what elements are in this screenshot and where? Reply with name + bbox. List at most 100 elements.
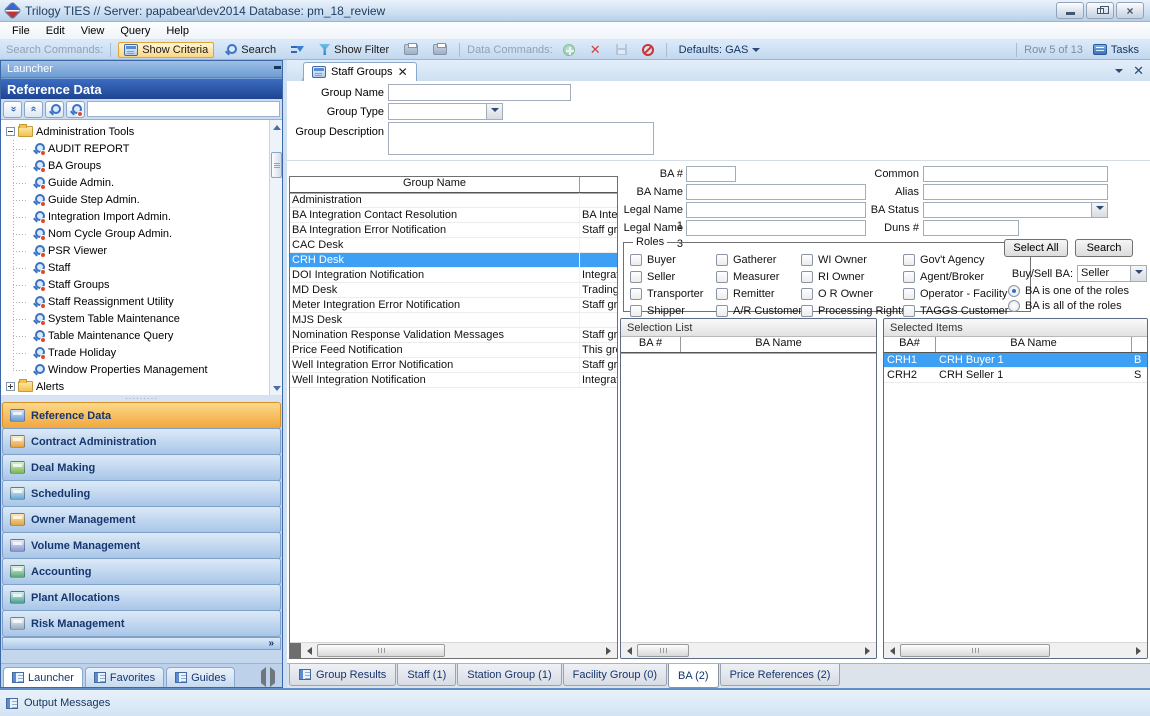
role-option[interactable]: RI Owner — [801, 269, 903, 285]
scroll-up-icon[interactable] — [271, 121, 282, 132]
radio-unchecked-icon[interactable] — [1008, 300, 1020, 312]
scroll-left-icon[interactable] — [301, 644, 317, 658]
result-tab[interactable]: BA (2) — [668, 664, 719, 688]
role-checkbox[interactable] — [630, 271, 642, 283]
scroll-right-icon[interactable] — [1131, 644, 1147, 658]
ba-name-field[interactable] — [686, 184, 866, 200]
scroll-right-icon[interactable] — [601, 644, 617, 658]
result-tab[interactable]: Station Group (1) — [457, 664, 561, 686]
launcher-tab[interactable]: Favorites — [85, 667, 164, 687]
table-row[interactable]: BA Integration Contact Resolution BA Int… — [290, 208, 617, 223]
tree-item[interactable]: AUDIT REPORT — [1, 140, 269, 157]
role-option[interactable]: Remitter — [716, 286, 801, 302]
search-button[interactable]: Search — [219, 42, 281, 57]
role-checkbox[interactable] — [630, 254, 642, 266]
accordion-item[interactable]: Scheduling — [2, 480, 281, 507]
duns-field[interactable] — [923, 220, 1019, 236]
collapse-toggle-icon[interactable] — [6, 127, 15, 136]
role-option[interactable]: Shipper — [630, 303, 716, 319]
show-filter-button[interactable]: Show Filter — [314, 43, 394, 57]
role-checkbox[interactable] — [716, 271, 728, 283]
cancel-button[interactable] — [637, 43, 659, 57]
accordion-item[interactable]: Reference Data — [2, 402, 281, 429]
role-option[interactable]: Gatherer — [716, 252, 801, 268]
table-row[interactable]: MJS Desk — [290, 313, 617, 328]
ba-name-column-header[interactable]: BA Name — [681, 337, 876, 352]
accordion-item[interactable]: Accounting — [2, 558, 281, 585]
role-option[interactable]: Operator - Facility — [903, 286, 1024, 302]
table-row[interactable]: Price Feed Notification This group notif… — [290, 343, 617, 358]
role-checkbox[interactable] — [903, 271, 915, 283]
expand-all-button[interactable]: » — [24, 101, 43, 118]
role-option[interactable]: A/R Customer — [716, 303, 801, 319]
scroll-down-icon[interactable] — [271, 383, 282, 394]
menu-item[interactable]: File — [4, 24, 38, 38]
buysell-select[interactable]: Seller — [1077, 265, 1147, 282]
radio-checked-icon[interactable] — [1008, 285, 1020, 297]
launcher-tab[interactable]: Guides — [166, 667, 235, 687]
tree-item[interactable]: Guide Step Admin. — [1, 191, 269, 208]
group-table-hscrollbar[interactable] — [290, 642, 617, 658]
hscroll-thumb[interactable] — [317, 644, 445, 657]
legal-name-3-field[interactable] — [686, 220, 866, 236]
menu-item[interactable]: View — [73, 24, 113, 38]
role-checkbox[interactable] — [801, 271, 813, 283]
tree-scrollbar-thumb[interactable] — [271, 152, 282, 178]
tree-item[interactable]: Trade Holiday — [1, 344, 269, 361]
add-row-button[interactable] — [558, 43, 580, 57]
tree-item[interactable]: Staff Reassignment Utility — [1, 293, 269, 310]
table-row[interactable]: Well Integration Error Notification Staf… — [290, 358, 617, 373]
selected-items-hscrollbar[interactable] — [884, 642, 1147, 658]
ba-search-button[interactable]: Search — [1075, 239, 1133, 257]
tree-item[interactable]: Nom Cycle Group Admin. — [1, 225, 269, 242]
role-option[interactable]: WI Owner — [801, 252, 903, 268]
result-tab[interactable]: Price References (2) — [720, 664, 841, 686]
role-checkbox[interactable] — [903, 305, 915, 317]
tree-item[interactable]: Staff Groups — [1, 276, 269, 293]
role-option[interactable]: Seller — [630, 269, 716, 285]
table-row[interactable]: Meter Integration Error Notification Sta… — [290, 298, 617, 313]
group-desc-column-header[interactable] — [580, 177, 617, 192]
legal-name-1-field[interactable] — [686, 202, 866, 218]
accordion-item[interactable]: Plant Allocations — [2, 584, 281, 611]
role-option[interactable]: Buyer — [630, 252, 716, 268]
minimize-button[interactable] — [1056, 2, 1084, 19]
select-all-button[interactable]: Select All — [1004, 239, 1068, 257]
tab-scroll-left-icon[interactable] — [260, 671, 266, 683]
role-checkbox[interactable] — [716, 254, 728, 266]
ba-status-select[interactable] — [923, 202, 1108, 218]
table-row[interactable]: Well Integration Notification Integratio… — [290, 373, 617, 388]
role-option[interactable]: Processing Rights — [801, 303, 903, 319]
tree-item[interactable]: Staff — [1, 259, 269, 276]
result-tab[interactable]: Group Results — [289, 664, 396, 686]
ba-number-field[interactable] — [686, 166, 736, 182]
radio-one-of-roles[interactable]: BA is one of the roles — [1008, 285, 1129, 297]
group-name-field[interactable] — [388, 84, 571, 101]
role-option[interactable]: Measurer — [716, 269, 801, 285]
role-checkbox[interactable] — [630, 305, 642, 317]
table-row[interactable]: CRH Desk — [290, 253, 617, 268]
scroll-left-icon[interactable] — [621, 644, 637, 658]
tree-root-admin-tools[interactable]: Administration Tools — [1, 123, 269, 140]
tree-item[interactable]: BA Groups — [1, 157, 269, 174]
table-row[interactable]: CAC Desk — [290, 238, 617, 253]
tree-item[interactable]: PSR Viewer — [1, 242, 269, 259]
tab-scroll-right-icon[interactable] — [270, 671, 276, 683]
tree-item[interactable]: Window Properties Management — [1, 361, 269, 378]
show-criteria-button[interactable]: Show Criteria — [118, 42, 214, 58]
group-type-select[interactable] — [388, 103, 503, 120]
window-titlebar[interactable]: Trilogy TIES // Server: papabear\dev2014… — [0, 0, 1150, 22]
table-row[interactable]: Nomination Response Validation Messages … — [290, 328, 617, 343]
menu-item[interactable]: Edit — [38, 24, 73, 38]
tree-item[interactable]: Table Maintenance Query — [1, 327, 269, 344]
tab-strip-close-icon[interactable]: ✕ — [1133, 63, 1144, 79]
delete-row-button[interactable]: ✕ — [585, 43, 606, 57]
table-row[interactable]: MD Desk Trading Desk — [290, 283, 617, 298]
table-row[interactable]: DOI Integration Notification Integration… — [290, 268, 617, 283]
role-option[interactable]: O R Owner — [801, 286, 903, 302]
selection-list-hscrollbar[interactable] — [621, 642, 876, 658]
restore-button[interactable] — [1086, 2, 1114, 19]
accordion-item[interactable]: Owner Management — [2, 506, 281, 533]
menu-item[interactable]: Query — [112, 24, 158, 38]
role-option[interactable]: Transporter — [630, 286, 716, 302]
